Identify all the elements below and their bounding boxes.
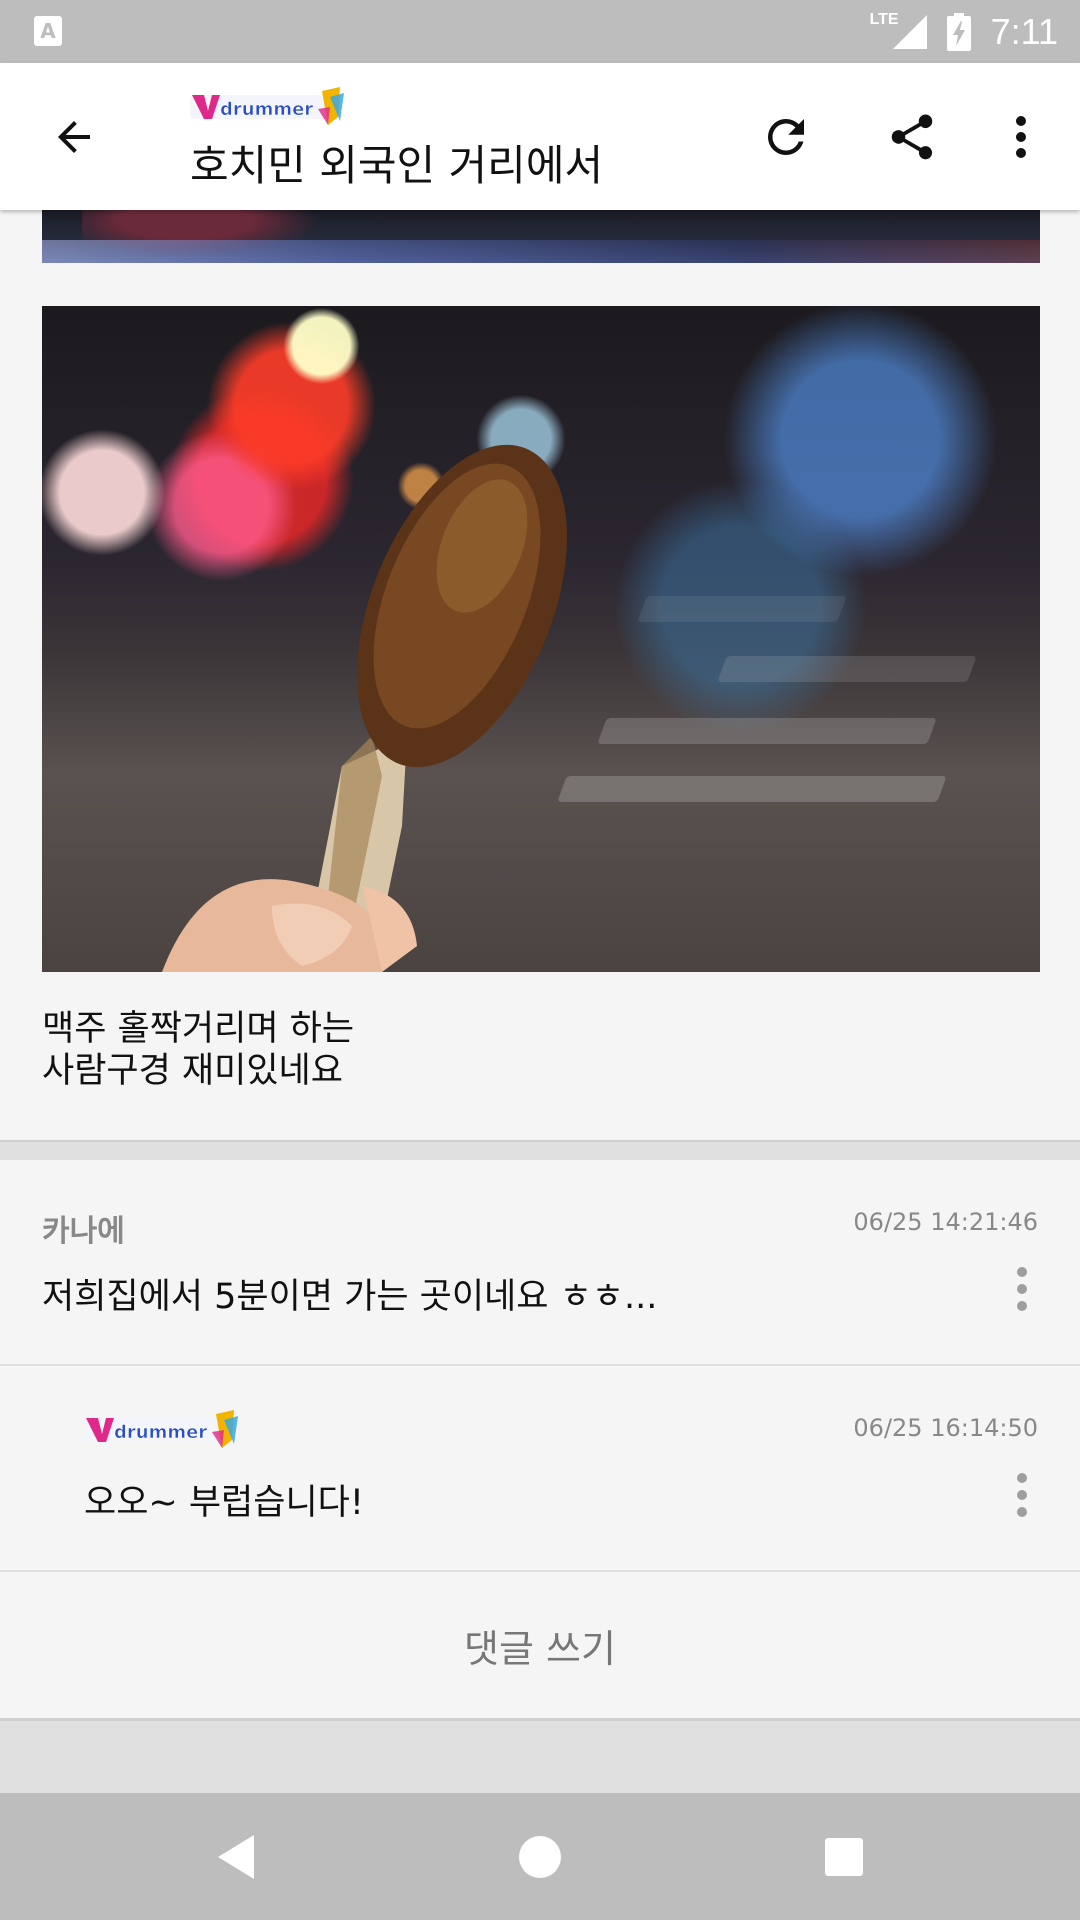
status-bar: A LTE 7:11 — [0, 0, 1080, 63]
nav-home-icon — [519, 1835, 561, 1878]
post-content: 맥주 홀짝거리며 하는 사람구경 재미있네요 — [0, 210, 1080, 1140]
lte-label: LTE — [869, 10, 899, 28]
back-button[interactable] — [40, 103, 108, 171]
clock: 7:11 — [990, 10, 1058, 52]
overflow-menu-button[interactable] — [990, 103, 1052, 171]
post-caption: 맥주 홀짝거리며 하는 사람구경 재미있네요 — [42, 1008, 354, 1092]
comment-timestamp: 06/25 14:21:46 — [853, 1208, 1038, 1236]
comment-more-button[interactable] — [1002, 1264, 1042, 1314]
nav-recents-icon — [825, 1837, 863, 1876]
a-icon: A — [34, 16, 62, 46]
post-photo[interactable] — [42, 306, 1040, 972]
refresh-button[interactable] — [752, 103, 820, 171]
section-divider — [0, 1140, 1080, 1162]
comment-item: 카나에 06/25 14:21:46 저희집에서 5분이면 가는 곳이네요 ㅎㅎ… — [0, 1160, 1080, 1366]
svg-text:drummer: drummer — [220, 99, 313, 120]
skewer-image — [162, 444, 567, 972]
comment-author[interactable]: 카나에 — [42, 1206, 125, 1250]
system-nav-bar — [0, 1793, 1080, 1920]
more-vert-icon — [1017, 1267, 1027, 1311]
write-comment-button[interactable]: 댓글 쓰기 — [0, 1572, 1080, 1721]
comment-text: 오오~ 부럽습니다! — [84, 1483, 364, 1523]
nav-recents-button[interactable] — [784, 1793, 904, 1920]
post-photo-previous — [42, 210, 1040, 263]
nav-back-icon — [218, 1834, 254, 1879]
status-indicators: LTE 7:11 — [870, 0, 1058, 63]
caption-line-2: 사람구경 재미있네요 — [42, 1051, 343, 1091]
more-vert-icon — [1016, 116, 1026, 158]
app-toolbar: drummer 호치민 외국인 거리에서 — [0, 63, 1080, 210]
vdrummer-logo: drummer — [190, 87, 344, 125]
caption-line-1: 맥주 홀짝거리며 하는 — [42, 1009, 355, 1049]
comment-text: 저희집에서 5분이면 가는 곳이네요 ㅎㅎ... — [42, 1277, 658, 1317]
nav-back-button[interactable] — [176, 1793, 296, 1920]
comment-more-button[interactable] — [1002, 1470, 1042, 1520]
nav-home-button[interactable] — [480, 1793, 600, 1920]
comment-timestamp: 06/25 16:14:50 — [853, 1414, 1038, 1442]
svg-text:drummer: drummer — [114, 1422, 207, 1443]
more-vert-icon — [1017, 1473, 1027, 1517]
comment-list: 카나에 06/25 14:21:46 저희집에서 5분이면 가는 곳이네요 ㅎㅎ… — [0, 1160, 1080, 1721]
arrow-left-icon — [58, 121, 90, 153]
page-title: 호치민 외국인 거리에서 — [190, 141, 604, 190]
battery-charging-icon — [946, 12, 971, 51]
comment-reply-item: drummer 06/25 16:14:50 오오~ 부럽습니다! — [0, 1366, 1080, 1572]
refresh-icon — [768, 119, 804, 155]
share-button[interactable] — [878, 103, 946, 171]
comment-author-logo[interactable]: drummer — [84, 1410, 240, 1450]
share-icon — [891, 114, 933, 160]
